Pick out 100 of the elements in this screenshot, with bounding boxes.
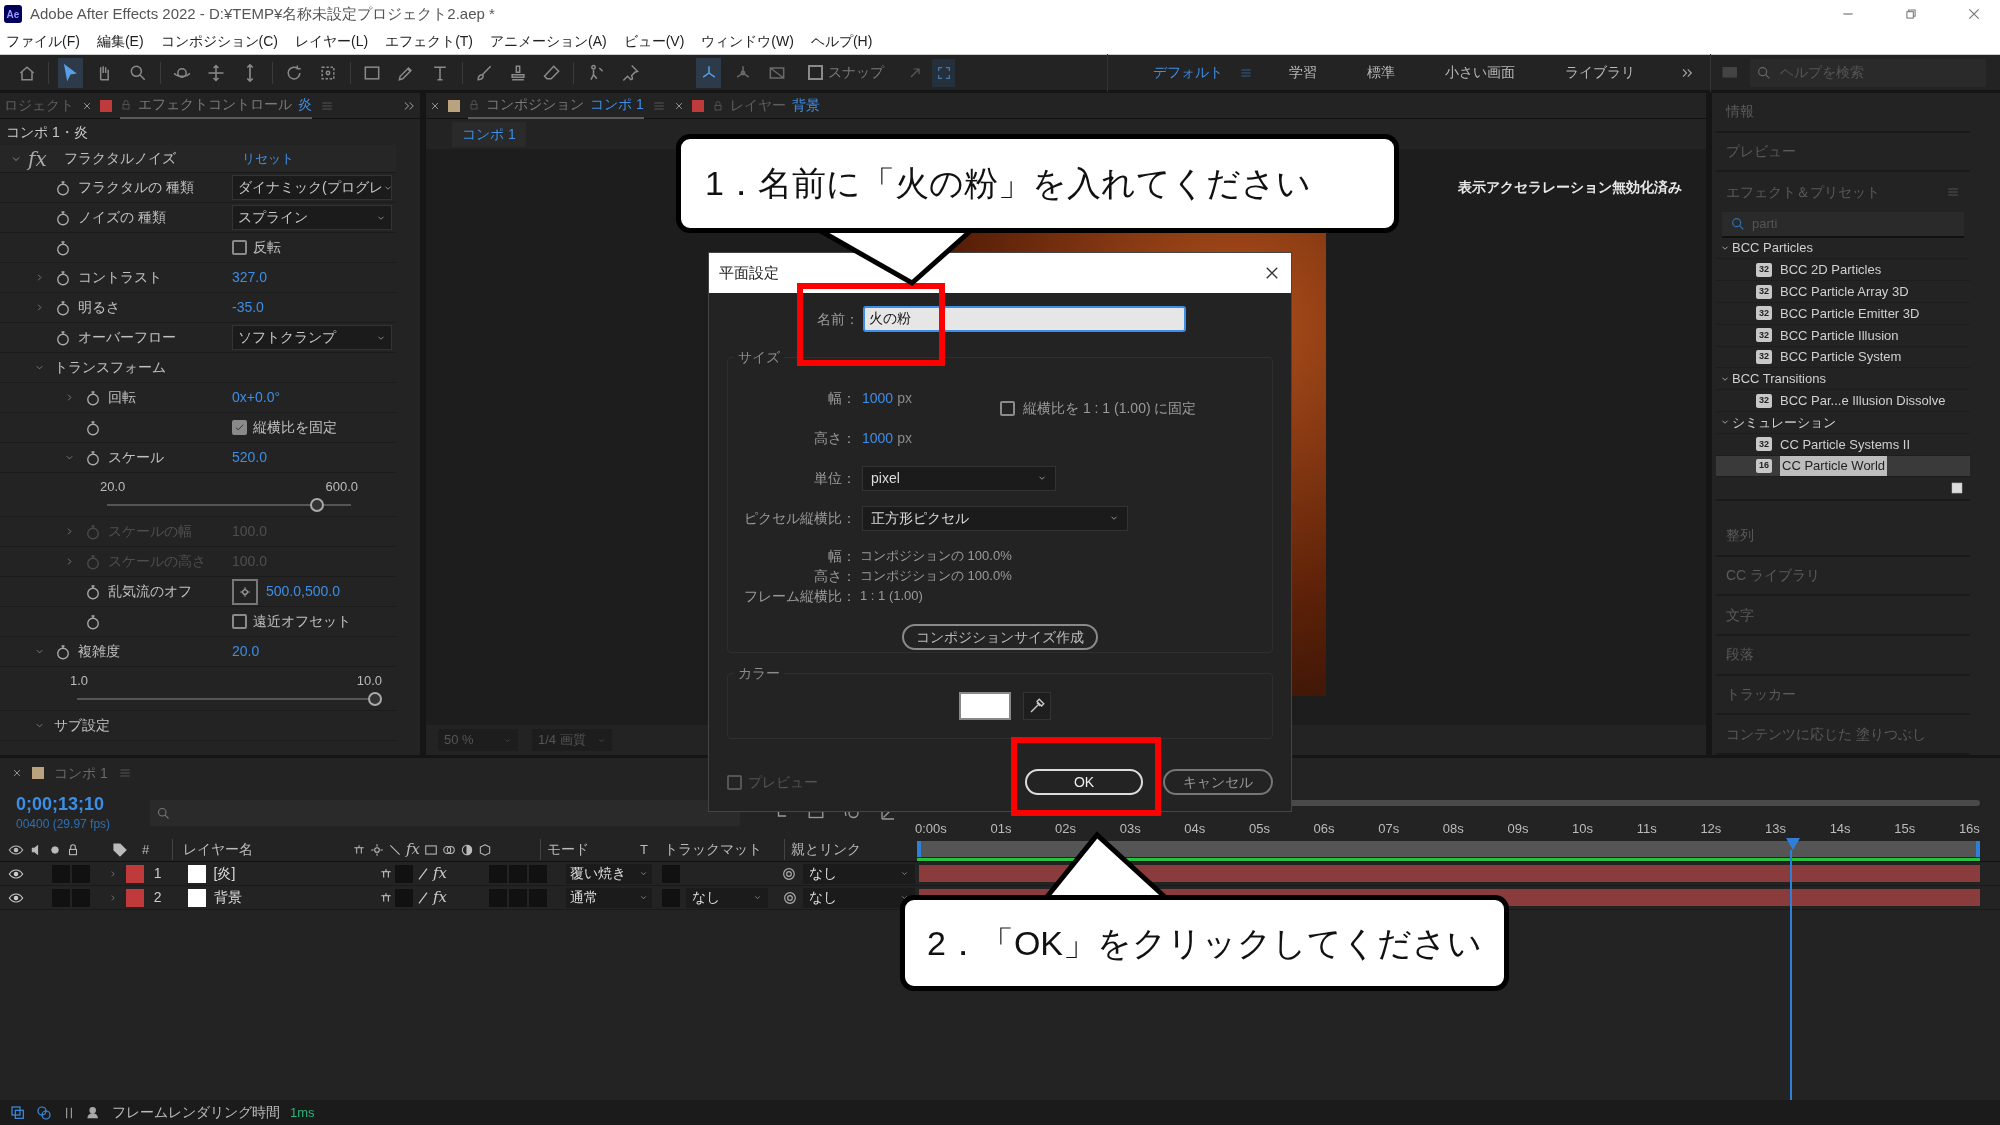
stopwatch-icon[interactable] [54,208,72,227]
layers-icon[interactable] [10,1104,26,1121]
preview-checkbox[interactable] [727,774,742,790]
workspace-tab[interactable]: 学習 [1289,62,1318,83]
dropdown[interactable]: ソフトクランプ [232,325,392,350]
property-value[interactable]: 0x+0.0° [232,387,281,408]
stopwatch-icon[interactable] [54,328,72,347]
tree-item[interactable]: 32 BCC 2D Particles [1716,259,1970,282]
close-icon[interactable] [12,768,22,778]
ok-button[interactable]: OK [1025,769,1143,795]
axis-tool-button[interactable] [696,57,722,88]
field-label: ピクセル縦横比： [743,508,856,528]
layer-bar[interactable] [919,865,1980,882]
restore-icon[interactable] [1904,7,1918,21]
dropdown[interactable]: pixel [862,465,1056,491]
workspace-tab[interactable]: 小さい画面 [1445,62,1516,83]
menu-item[interactable]: ウィンドウ(W) [701,30,794,52]
menu-item[interactable]: ビュー(V) [623,30,685,52]
snap-checkbox[interactable] [808,65,824,80]
timeline-search-field[interactable] [150,800,740,826]
stopwatch-icon[interactable] [54,298,72,317]
label-swatch[interactable] [125,864,144,883]
dropdown[interactable]: 通常 [566,887,652,908]
workspace-tab[interactable]: デフォルト [1153,62,1224,83]
checkbox[interactable] [232,614,247,629]
point-picker-button[interactable] [232,578,258,605]
stopwatch-icon[interactable] [84,582,102,601]
reset-link[interactable]: リセット [242,148,294,169]
stopwatch-icon[interactable] [54,178,72,197]
property-value[interactable]: 327.0 [232,267,268,288]
tree-item[interactable]: 32 BCC Particle Emitter 3D [1716,303,1970,325]
dropdown[interactable]: なし [803,863,916,884]
stopwatch-icon[interactable] [54,238,72,257]
menu-item[interactable]: コンポジション(C) [160,30,278,52]
menu-item[interactable]: ファイル(F) [6,30,80,52]
workspace-tab[interactable]: 標準 [1367,62,1396,83]
property-value[interactable]: 500.0,500.0 [266,581,340,602]
dropdown[interactable]: なし [803,887,916,908]
checkbox[interactable] [232,240,247,255]
stopwatch-icon[interactable] [84,612,102,631]
slider-thumb[interactable] [368,692,382,707]
width-value[interactable]: 1000 [862,387,894,409]
label-swatch[interactable] [125,888,144,907]
cancel-button[interactable]: キャンセル [1163,769,1273,795]
shy-icon[interactable] [378,866,393,881]
menu-item[interactable]: 編集(E) [96,30,144,52]
stopwatch-icon[interactable] [84,418,102,437]
dropdown[interactable]: スプライン [232,205,392,230]
lock-aspect-checkbox[interactable] [1000,401,1015,416]
tree-item[interactable]: BCC Particles [1716,237,1970,260]
stopwatch-icon[interactable] [54,268,72,287]
property-value[interactable]: 520.0 [232,447,268,468]
dropdown[interactable]: 覆い焼き [566,863,652,884]
tree-item[interactable]: 16 CC Particle World [1716,455,1970,478]
menu-item[interactable]: ヘルプ(H) [810,30,873,52]
panel-tab[interactable]: レイヤー 背景 [711,92,820,119]
stopwatch-icon[interactable] [84,388,102,407]
menu-item[interactable]: エフェクト(T) [385,30,473,52]
dropdown[interactable]: 正方形ピクセル [862,505,1128,531]
dropdown[interactable]: ダイナミック(プログレ [232,175,392,200]
spiral-icon[interactable] [781,865,798,882]
tree-item[interactable]: 32 CC Particle Systems II [1716,433,1970,456]
stopwatch-icon[interactable] [54,642,72,661]
playhead-handle[interactable] [1785,838,1800,850]
eyedropper-button[interactable] [1023,692,1051,720]
color-swatch[interactable] [959,692,1011,720]
layer-name[interactable]: 背景 [213,887,379,908]
tree-item[interactable]: 32 BCC Particle System [1716,346,1970,369]
tree-item[interactable]: BCC Transitions [1716,368,1970,391]
tree-item[interactable]: 32 BCC Particle Array 3D [1716,281,1970,304]
expand-button[interactable] [932,58,956,87]
slider-thumb[interactable] [309,498,324,513]
spiral-icon[interactable] [781,889,798,906]
close-icon[interactable] [673,100,684,111]
notice-text: 表示アクセラレーション無効化済み [1458,178,1682,197]
close-icon[interactable] [82,100,92,111]
shy-icon[interactable] [378,890,393,905]
menu-item[interactable]: レイヤー(L) [295,30,369,52]
stopwatch-icon[interactable] [84,448,102,467]
layer-name[interactable]: [炎] [213,863,379,884]
make-comp-size-button[interactable]: コンポジションサイズ作成 [902,624,1098,650]
breadcrumb-tab[interactable]: コンポ 1 [452,121,526,147]
close-icon[interactable] [430,100,440,111]
circles-icon[interactable] [36,1104,52,1121]
height-value[interactable]: 1000 [862,427,894,449]
menu-item[interactable]: アニメーション(A) [490,30,607,52]
fx-switch[interactable]: fx [432,886,447,909]
name-field[interactable]: 火の粉 [863,306,1186,332]
tree-item[interactable]: 32 BCC Par...e Illusion Dissolve [1716,390,1970,413]
fx-switch[interactable]: fx [432,862,447,885]
panel-tab[interactable]: エフェクトコントロール 炎 [120,92,312,119]
workspace-tab[interactable]: ライブラリ [1565,62,1636,83]
property-value[interactable]: 20.0 [232,641,260,662]
checkbox[interactable] [232,420,247,435]
tree-item[interactable]: シミュレーション [1716,412,1970,434]
tree-item[interactable]: 32 BCC Particle Illusion [1716,324,1970,347]
tool-button[interactable] [57,57,83,88]
dropdown[interactable]: なし [685,887,768,908]
property-value[interactable]: -35.0 [232,297,264,318]
timecode[interactable]: 0;00;13;10 [16,793,150,815]
